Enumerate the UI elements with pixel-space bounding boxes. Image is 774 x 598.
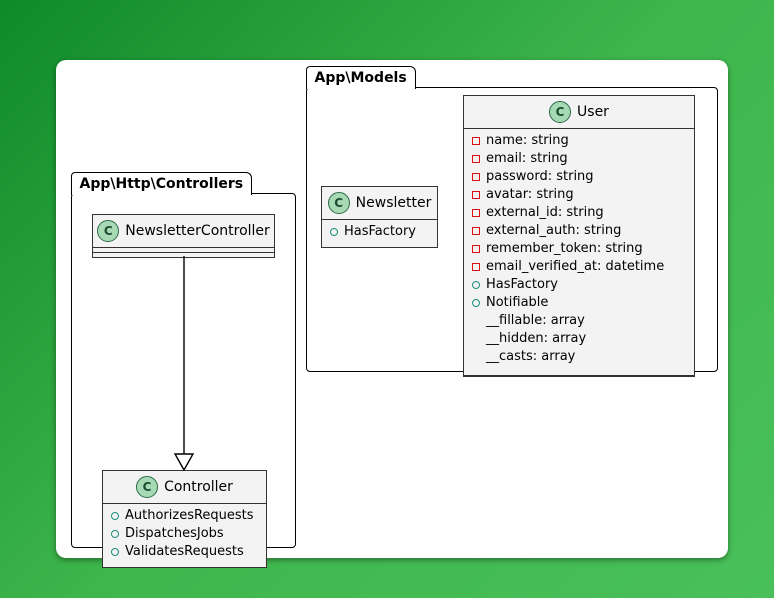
member-label: external_id: string	[486, 204, 604, 222]
class-controller: C Controller AuthorizesRequestsDispatche…	[102, 470, 267, 568]
class-newsletter-controller: C NewsletterController	[92, 214, 275, 258]
class-member: avatar: string	[472, 186, 686, 204]
member-label: HasFactory	[486, 276, 558, 294]
class-member: email: string	[472, 150, 686, 168]
square-red-icon	[472, 227, 480, 235]
member-label: name: string	[486, 132, 569, 150]
class-members: AuthorizesRequestsDispatchesJobsValidate…	[103, 504, 266, 567]
member-label: __fillable: array	[486, 312, 585, 330]
class-badge-icon: C	[136, 476, 158, 498]
package-models: App\Models C Newsletter HasFactory C Use…	[306, 87, 718, 372]
class-members: HasFactory	[322, 220, 437, 247]
member-label: HasFactory	[344, 223, 416, 241]
class-member: email_verified_at: datetime	[472, 258, 686, 276]
class-newsletter: C Newsletter HasFactory	[321, 186, 438, 248]
member-label: email_verified_at: datetime	[486, 258, 664, 276]
class-member: __hidden: array	[472, 330, 686, 348]
none-icon	[472, 335, 480, 343]
member-label: external_auth: string	[486, 222, 621, 240]
square-red-icon	[472, 137, 480, 145]
circle-teal-icon	[111, 530, 119, 538]
class-members: name: stringemail: stringpassword: strin…	[464, 129, 694, 372]
circle-teal-icon	[111, 548, 119, 556]
none-icon	[472, 353, 480, 361]
class-member: remember_token: string	[472, 240, 686, 258]
class-member: DispatchesJobs	[111, 525, 258, 543]
member-label: ValidatesRequests	[125, 543, 244, 561]
square-red-icon	[472, 191, 480, 199]
class-member: __casts: array	[472, 348, 686, 366]
class-badge-icon: C	[328, 192, 350, 214]
member-label: __casts: array	[486, 348, 575, 366]
member-label: DispatchesJobs	[125, 525, 224, 543]
inheritance-arrow	[182, 256, 202, 470]
package-controllers: App\Http\Controllers C NewsletterControl…	[71, 193, 296, 548]
circle-teal-icon	[472, 299, 480, 307]
class-member: external_auth: string	[472, 222, 686, 240]
class-badge-icon: C	[97, 220, 119, 242]
class-member: external_id: string	[472, 204, 686, 222]
class-user: C User name: stringemail: stringpassword…	[463, 95, 695, 377]
square-red-icon	[472, 209, 480, 217]
none-icon	[472, 317, 480, 325]
square-red-icon	[472, 173, 480, 181]
class-member: Notifiable	[472, 294, 686, 312]
member-label: remember_token: string	[486, 240, 643, 258]
member-label: password: string	[486, 168, 594, 186]
diagram-canvas: App\Http\Controllers C NewsletterControl…	[56, 60, 728, 558]
class-member: HasFactory	[330, 223, 429, 241]
package-models-title: App\Models	[306, 66, 416, 89]
square-red-icon	[472, 155, 480, 163]
square-red-icon	[472, 263, 480, 271]
circle-teal-icon	[111, 512, 119, 520]
class-name: Controller	[164, 479, 233, 495]
member-label: __hidden: array	[486, 330, 586, 348]
class-name: NewsletterController	[125, 223, 270, 239]
circle-teal-icon	[472, 281, 480, 289]
package-controllers-title: App\Http\Controllers	[71, 172, 253, 195]
square-red-icon	[472, 245, 480, 253]
member-label: avatar: string	[486, 186, 574, 204]
class-member: AuthorizesRequests	[111, 507, 258, 525]
class-member: HasFactory	[472, 276, 686, 294]
member-label: Notifiable	[486, 294, 548, 312]
class-member: password: string	[472, 168, 686, 186]
class-member: __fillable: array	[472, 312, 686, 330]
class-member: name: string	[472, 132, 686, 150]
class-badge-icon: C	[549, 101, 571, 123]
member-label: AuthorizesRequests	[125, 507, 254, 525]
circle-teal-icon	[330, 228, 338, 236]
class-member: ValidatesRequests	[111, 543, 258, 561]
member-label: email: string	[486, 150, 568, 168]
class-name: Newsletter	[356, 195, 432, 211]
class-name: User	[577, 104, 609, 120]
